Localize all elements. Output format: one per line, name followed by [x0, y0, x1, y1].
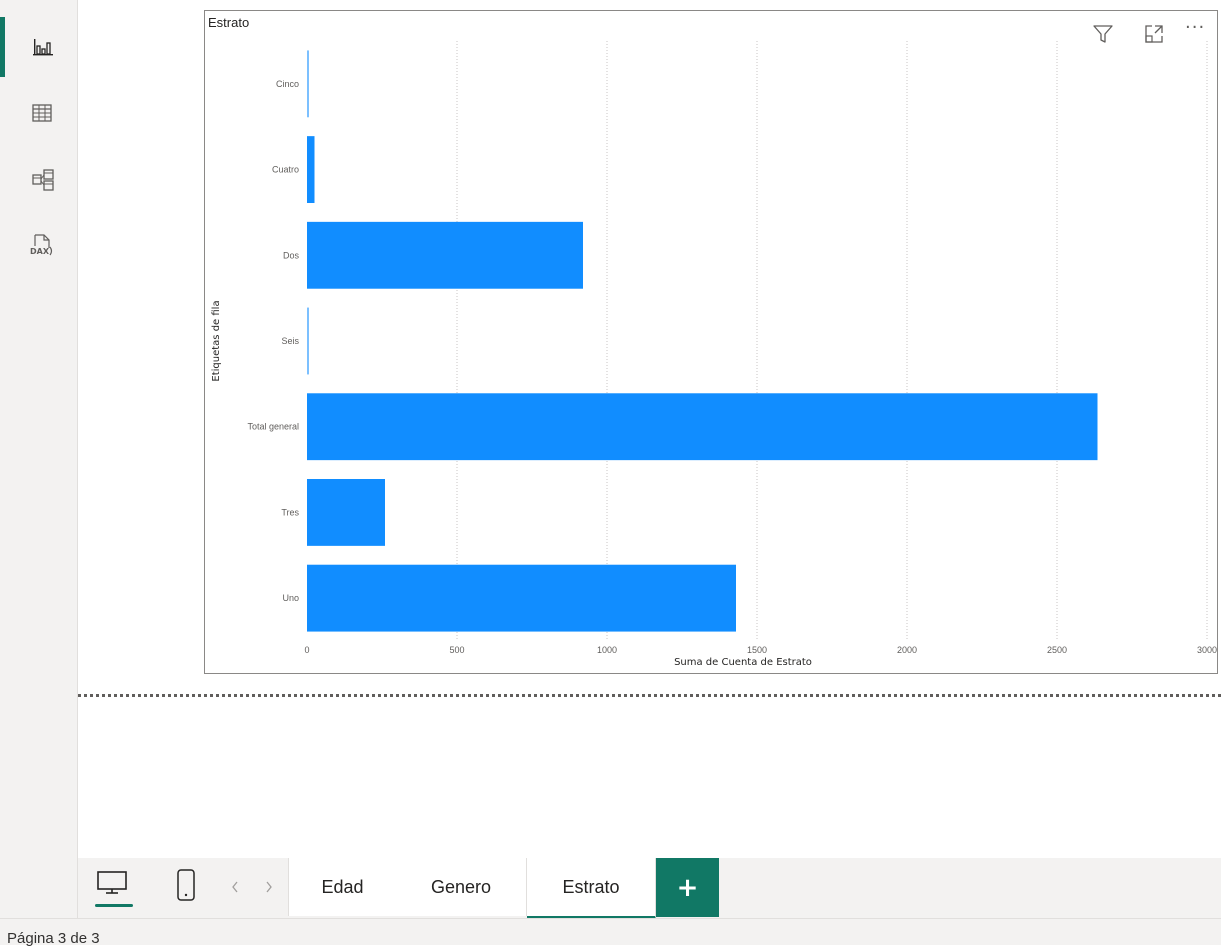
tab-label: Edad — [321, 876, 364, 897]
report-view-button[interactable] — [0, 19, 77, 75]
x-tick-label: 0 — [304, 645, 309, 655]
tab-estrato[interactable]: Estrato — [527, 858, 656, 919]
dax-label: DAX — [30, 247, 50, 256]
model-view-button[interactable] — [0, 152, 77, 208]
bar-chart-visual[interactable]: Estrato ··· 0 500 1000 1500 2000 2500 3000 Cinc… — [204, 10, 1218, 674]
category-label: Cinco — [276, 79, 299, 89]
page-tab-strip: Edad Genero Estrato + — [78, 858, 1221, 919]
x-tick-label: 2000 — [897, 645, 917, 655]
add-page-button[interactable]: + — [656, 858, 719, 917]
bar — [307, 307, 309, 375]
bar — [307, 50, 309, 118]
x-tick-label: 500 — [449, 645, 464, 655]
tab-label: Genero — [430, 876, 492, 897]
status-bar: Página 3 de 3 — [0, 918, 1221, 947]
category-label: Uno — [282, 593, 299, 603]
tab-label: Estrato — [562, 876, 620, 897]
chart-plot: 0 500 1000 1500 2000 2500 3000 Cinco Cuatro Dos Se… — [211, 41, 1217, 668]
x-tick-label: 1000 — [597, 645, 617, 655]
bar — [307, 564, 736, 632]
page-boundary-divider — [78, 694, 1221, 697]
page-indicator: Página 3 de 3 — [7, 930, 100, 947]
desktop-icon[interactable] — [96, 870, 128, 896]
x-tick-label: 2500 — [1047, 645, 1067, 655]
bar — [307, 136, 315, 203]
data-view-button[interactable] — [0, 85, 77, 141]
y-axis-title: Etiquetas de fila — [211, 300, 222, 381]
plus-icon: + — [676, 872, 699, 903]
x-tick-label: 1500 — [747, 645, 767, 655]
category-label: Dos — [283, 250, 300, 260]
x-tick-label: 3000 — [1197, 645, 1217, 655]
tab-genero[interactable]: Genero — [396, 858, 527, 916]
mobile-icon[interactable] — [176, 868, 196, 902]
category-label: Cuatro — [272, 165, 299, 175]
chevron-left-icon[interactable] — [230, 880, 240, 894]
x-axis-title: Suma de Cuenta de Estrato — [674, 657, 812, 668]
view-toggle-area — [78, 858, 288, 918]
bar — [307, 393, 1098, 461]
category-label: Tres — [281, 507, 299, 517]
dax-icon: DAX — [30, 234, 53, 256]
chevron-right-icon[interactable] — [264, 880, 274, 894]
view-rail: DAX — [0, 0, 78, 918]
bar — [307, 479, 385, 546]
dax-query-view-button[interactable]: DAX — [0, 218, 77, 274]
category-label: Seis — [281, 336, 299, 346]
bar-chart-icon — [33, 39, 53, 56]
desktop-view-indicator — [95, 904, 133, 907]
model-icon — [32, 169, 54, 191]
bar — [307, 221, 583, 289]
table-icon — [32, 104, 52, 122]
tab-edad[interactable]: Edad — [288, 858, 397, 916]
category-label: Total general — [247, 422, 299, 432]
